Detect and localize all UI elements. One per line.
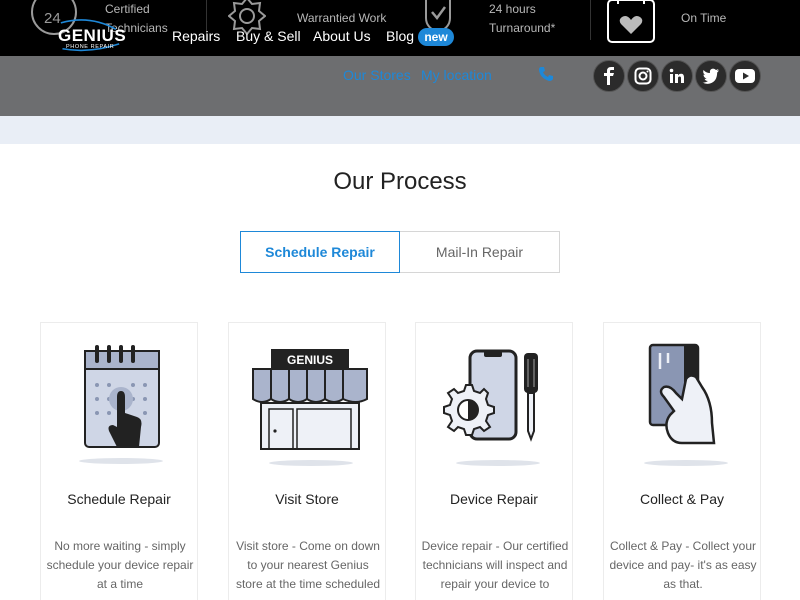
our-stores-link[interactable]: Our Stores bbox=[343, 67, 411, 83]
feature-turnaround: 24 hours Turnaround* bbox=[489, 0, 555, 38]
phone-icon[interactable] bbox=[538, 66, 554, 82]
process-card-device-repair: Device Repair Device repair - Our certif… bbox=[415, 322, 573, 600]
feature-line2: Turnaround* bbox=[489, 21, 556, 35]
tab-mail-in-repair[interactable]: Mail-In Repair bbox=[400, 231, 560, 273]
youtube-icon[interactable] bbox=[729, 60, 761, 92]
hand-card-icon bbox=[644, 343, 728, 466]
tab-schedule-repair[interactable]: Schedule Repair bbox=[240, 231, 400, 273]
card-desc: No more waiting - simply schedule your d… bbox=[46, 539, 194, 591]
card-title: Schedule Repair bbox=[67, 491, 171, 507]
card-desc: Device repair - Our certified technician… bbox=[421, 539, 569, 591]
section-title: Our Process bbox=[333, 168, 467, 195]
card-title: Device Repair bbox=[450, 491, 538, 507]
facebook-icon[interactable] bbox=[593, 60, 625, 92]
divider bbox=[590, 0, 591, 40]
store-sign-text: GENIUS bbox=[287, 353, 333, 367]
feature-line1: 24 hours bbox=[489, 2, 536, 16]
feature-ontime: On Time bbox=[681, 9, 726, 28]
nav-blog[interactable]: Blog bbox=[386, 28, 414, 44]
process-card-collect-pay: Collect & Pay Collect & Pay - Collect yo… bbox=[603, 322, 761, 600]
card-title: Visit Store bbox=[275, 491, 339, 507]
twitter-icon[interactable] bbox=[695, 60, 727, 92]
phone-gear-screwdriver-icon bbox=[443, 349, 540, 466]
storefront-icon: GENIUS bbox=[252, 349, 368, 466]
calendar-tap-icon bbox=[79, 345, 163, 464]
my-location-link[interactable]: My location bbox=[421, 67, 492, 83]
process-card-visit-store: GENIUS Visit Store Visit store - Come on… bbox=[228, 322, 386, 600]
feature-line1: On Time bbox=[681, 11, 727, 25]
instagram-icon[interactable] bbox=[627, 60, 659, 92]
logo-tagline: PHONE REPAIR bbox=[66, 44, 115, 50]
card-desc: Collect & Pay - Collect your device and … bbox=[609, 539, 757, 591]
nav-repairs[interactable]: Repairs bbox=[172, 28, 220, 44]
nav-buy-sell[interactable]: Buy & Sell bbox=[236, 28, 301, 44]
linkedin-icon[interactable] bbox=[661, 60, 693, 92]
logo[interactable]: GENIUS bbox=[58, 26, 126, 46]
section-spacer bbox=[0, 116, 800, 144]
calendar-heart-icon bbox=[607, 0, 655, 43]
feature-line1: Certified bbox=[105, 2, 150, 16]
nav-about-us[interactable]: About Us bbox=[313, 28, 371, 44]
card-title: Collect & Pay bbox=[639, 491, 725, 507]
feature-warranty: Warrantied Work bbox=[297, 9, 386, 28]
card-desc: Visit store - Come on down to your neare… bbox=[235, 539, 381, 591]
feature-line1: Warrantied Work bbox=[297, 11, 387, 25]
process-card-schedule: Schedule Repair No more waiting - simply… bbox=[40, 322, 198, 600]
new-badge: new bbox=[418, 28, 454, 46]
